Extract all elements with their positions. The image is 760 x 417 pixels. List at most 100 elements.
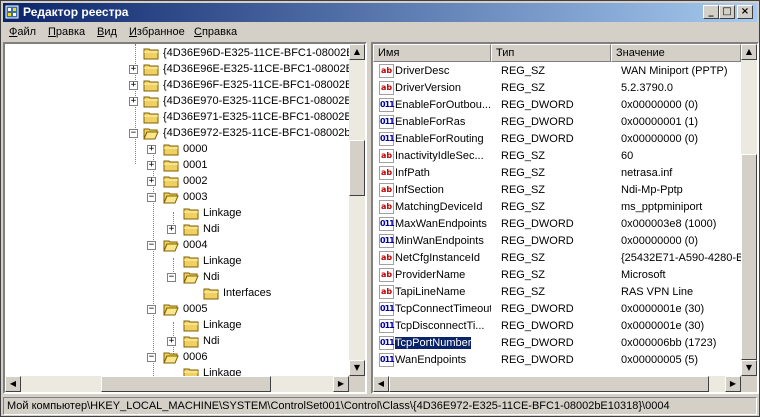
tree-item[interactable]: − 0004 (5, 238, 355, 254)
tree-item[interactable]: + {4D36E96F-E325-11CE-BFC1-08002BE (5, 78, 360, 94)
value-row[interactable]: ab ProviderName REG_SZ Microsoft (373, 267, 741, 284)
close-button[interactable]: × (737, 5, 753, 19)
tree-item[interactable]: − 0005 (5, 302, 355, 318)
tree-item[interactable]: +0001 (5, 158, 355, 174)
value-row[interactable]: 011 EnableForRas REG_DWORD 0x00000001 (1) (373, 114, 741, 131)
tree-item-label: {4D36E971-E325-11CE-BFC1-08002BE (163, 111, 360, 123)
collapse-icon[interactable]: − (167, 273, 176, 282)
value-row[interactable]: ab InfPath REG_SZ netrasa.inf (373, 165, 741, 182)
value-row[interactable]: ab NetCfgInstanceId REG_SZ {25432E71-A590-4… (373, 250, 743, 267)
expand-icon[interactable]: + (147, 177, 156, 186)
tree-item[interactable]: − 0003 (5, 190, 355, 206)
scroll-right-icon[interactable]: ▶ (725, 376, 741, 392)
menu-1[interactable]: Правка (48, 26, 85, 38)
value-name: TcpConnectTimeout (395, 303, 491, 315)
value-name: EnableForOutbou... (395, 99, 491, 111)
scroll-down-icon[interactable]: ▼ (349, 360, 365, 376)
scroll-up-icon[interactable]: ▲ (741, 44, 757, 60)
scroll-left-icon[interactable]: ◀ (373, 376, 389, 392)
value-row[interactable]: ab InfSection REG_SZ Ndi-Mp-Pptp (373, 182, 741, 199)
scroll-left-icon[interactable]: ◀ (5, 376, 21, 392)
value-row[interactable]: 011 EnableForOutbou... REG_DWORD 0x00000000… (373, 97, 741, 114)
value-row[interactable]: 011 TcpConnectTimeout REG_DWORD 0x0000001e … (373, 301, 741, 318)
tree-item-label: 0000 (183, 143, 208, 155)
value-name-text: TapiLineName (395, 286, 466, 298)
tree-item[interactable]: Interfaces (5, 286, 355, 302)
list-vertical-scrollbar[interactable]: ▲ ▼ (741, 44, 757, 376)
string-value-icon: ab (379, 149, 394, 163)
scroll-up-icon[interactable]: ▲ (349, 44, 365, 60)
tree-horizontal-scrollbar[interactable]: ◀ ▶ (5, 376, 349, 392)
column-data-header[interactable]: Значение (611, 44, 741, 62)
collapse-icon[interactable]: − (147, 193, 156, 202)
collapse-icon[interactable]: − (147, 305, 156, 314)
value-row[interactable]: 011 MaxWanEndpoints REG_DWORD 0x000003e8 (1… (373, 216, 741, 233)
tree-item[interactable]: − {4D36E972-E325-11CE-BFC1-08002bE (5, 126, 358, 142)
tree-item[interactable]: + Ndi (5, 222, 355, 238)
values-list-pane[interactable]: Имя Тип Значение ab DriverDesc REG_SZ WAN M… (371, 42, 759, 394)
menu-3[interactable]: Избранное (129, 26, 185, 38)
scroll-thumb[interactable] (741, 154, 757, 360)
value-data: 0x00000000 (0) (621, 133, 699, 145)
registry-tree-pane[interactable]: {4D36E96D-E325-11CE-BFC1-08002BE + {4D36E9… (3, 42, 367, 394)
value-name: EnableForRas (395, 116, 491, 128)
collapse-icon[interactable]: − (147, 353, 156, 362)
collapse-icon[interactable]: − (129, 129, 138, 138)
tree-item[interactable]: Linkage (5, 254, 355, 270)
tree-item[interactable]: +0000 (5, 142, 355, 158)
value-row[interactable]: 011 EnableForRouting REG_DWORD 0x00000000 (… (373, 131, 741, 148)
binary-value-icon: 011 (379, 234, 395, 248)
value-name-text: TcpPortNumber (395, 337, 473, 349)
minimize-button[interactable]: _ (703, 5, 719, 19)
scroll-right-icon[interactable]: ▶ (333, 376, 349, 392)
expand-icon[interactable]: + (129, 97, 138, 106)
tree-item[interactable]: − Ndi (5, 270, 355, 286)
scroll-down-icon[interactable]: ▼ (741, 360, 757, 376)
expand-icon[interactable]: + (129, 81, 138, 90)
value-row[interactable]: ab DriverDesc REG_SZ WAN Miniport (PPTP) (373, 63, 741, 80)
tree-item[interactable]: + {4D36E96E-E325-11CE-BFC1-08002BE (5, 62, 360, 78)
value-name-text: TcpConnectTimeout (395, 303, 491, 315)
menu-0[interactable]: Файл (9, 26, 36, 38)
value-row[interactable]: ab TapiLineName REG_SZ RAS VPN Line (373, 284, 741, 301)
tree-item[interactable]: + Ndi (5, 334, 355, 350)
expand-icon[interactable]: + (147, 145, 156, 154)
collapse-icon[interactable]: − (147, 241, 156, 250)
menu-2[interactable]: Вид (97, 26, 117, 38)
column-type-header[interactable]: Тип (491, 44, 611, 62)
value-row[interactable]: 011 TcpPortNumber REG_DWORD 0x000006bb (172… (373, 335, 741, 352)
expand-icon[interactable]: + (147, 161, 156, 170)
expand-icon[interactable]: + (167, 225, 176, 234)
tree-item[interactable]: − 0006 (5, 350, 355, 366)
expand-icon[interactable]: + (167, 337, 176, 346)
scroll-thumb[interactable] (389, 376, 709, 392)
folder-icon (183, 255, 199, 268)
value-row[interactable]: 011 WanEndpoints REG_DWORD 0x00000005 (5) (373, 352, 741, 369)
scroll-thumb[interactable] (349, 140, 365, 196)
tree-item[interactable]: + {4D36E970-E325-11CE-BFC1-08002BE (5, 94, 359, 110)
tree-item[interactable]: {4D36E971-E325-11CE-BFC1-08002BE (5, 110, 359, 126)
title-bar[interactable]: Редактор реестра _ □ × (3, 3, 757, 22)
value-type: REG_SZ (501, 150, 546, 162)
value-row[interactable]: ab MatchingDeviceId REG_SZ ms_pptpminiport (373, 199, 741, 216)
value-row[interactable]: ab DriverVersion REG_SZ 5.2.3790.0 (373, 80, 741, 97)
value-row[interactable]: 011 MinWanEndpoints REG_DWORD 0x00000000 (0… (373, 233, 741, 250)
tree-vertical-scrollbar[interactable]: ▲ ▼ (349, 44, 365, 376)
value-data: 0x000006bb (1723) (621, 337, 717, 349)
tree-item[interactable]: {4D36E96D-E325-11CE-BFC1-08002BE (5, 46, 361, 62)
value-type: REG_DWORD (501, 235, 574, 247)
list-horizontal-scrollbar[interactable]: ◀ ▶ (373, 376, 741, 392)
scroll-thumb[interactable] (101, 376, 271, 392)
open-folder-icon (183, 271, 199, 284)
value-row[interactable]: 011 TcpDisconnectTi... REG_DWORD 0x0000001e… (373, 318, 741, 335)
column-name-header[interactable]: Имя (373, 44, 491, 62)
tree-item[interactable]: Linkage (5, 318, 355, 334)
tree-item[interactable]: +0002 (5, 174, 355, 190)
expand-icon[interactable]: + (129, 65, 138, 74)
value-type: REG_SZ (501, 184, 546, 196)
value-name-text: TcpDisconnectTi... (395, 320, 485, 332)
value-row[interactable]: ab InactivityIdleSec... REG_SZ 60 (373, 148, 741, 165)
maximize-button[interactable]: □ (719, 5, 735, 19)
menu-4[interactable]: Справка (194, 26, 237, 38)
tree-item[interactable]: Linkage (5, 206, 355, 222)
